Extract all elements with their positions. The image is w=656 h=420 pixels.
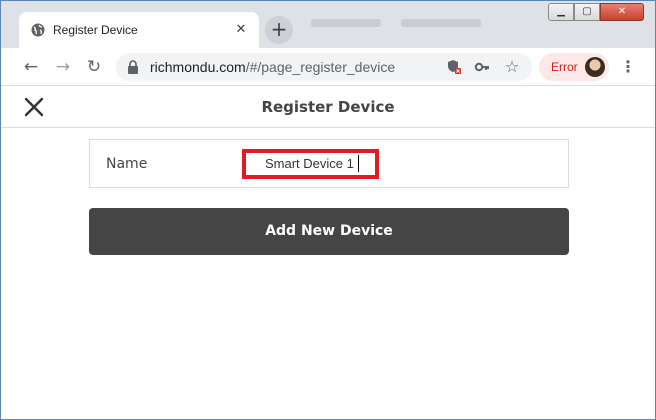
tab-close-icon[interactable]: ✕ <box>233 22 249 38</box>
key-icon[interactable] <box>474 59 490 75</box>
address-bar[interactable]: richmondu.com/#/page_register_device ☆ <box>116 53 532 81</box>
app-header: Register Device <box>1 86 655 128</box>
url-path: /#/page_register_device <box>245 59 396 75</box>
page-content: Register Device Name Add New Device <box>1 86 655 419</box>
name-input[interactable] <box>246 153 375 175</box>
page-title: Register Device <box>261 98 395 116</box>
globe-icon <box>31 23 45 37</box>
url-host: richmondu.com <box>150 59 246 75</box>
tab-register-device[interactable]: Register Device ✕ <box>19 12 259 48</box>
background-tab-ghost <box>311 19 381 27</box>
name-label: Name <box>106 156 148 172</box>
background-tab-ghost <box>401 19 481 27</box>
lock-icon[interactable] <box>127 60 139 74</box>
browser-window: Register Device ✕ + ▁ ▢ ✕ ← → ↻ richmond… <box>0 0 656 420</box>
name-form-row: Name <box>89 139 569 188</box>
tab-title: Register Device <box>53 23 138 37</box>
text-cursor <box>358 155 359 172</box>
minimize-button[interactable]: ▁ <box>548 3 574 21</box>
avatar <box>585 57 605 77</box>
add-new-device-button[interactable]: Add New Device <box>89 208 569 255</box>
profile-status-text: Error <box>551 60 578 74</box>
new-tab-button[interactable]: + <box>265 16 293 44</box>
window-close-button[interactable]: ✕ <box>600 3 644 21</box>
browser-menu-icon[interactable]: ⋮ <box>618 56 638 78</box>
bookmark-star-icon[interactable]: ☆ <box>504 59 520 75</box>
shield-blocked-icon[interactable] <box>446 59 462 75</box>
tab-strip: Register Device ✕ + ▁ ▢ ✕ <box>1 1 655 48</box>
profile-error-button[interactable]: Error <box>539 53 609 81</box>
url-text[interactable]: richmondu.com/#/page_register_device <box>150 59 395 75</box>
maximize-button[interactable]: ▢ <box>574 3 600 21</box>
name-input-highlight <box>242 149 379 179</box>
reload-icon[interactable]: ↻ <box>83 56 105 78</box>
background-tabs <box>301 9 541 39</box>
back-arrow-icon[interactable]: ← <box>20 56 42 78</box>
forward-arrow-icon[interactable]: → <box>52 56 74 78</box>
browser-toolbar: ← → ↻ richmondu.com/#/page_register_devi… <box>1 48 655 86</box>
